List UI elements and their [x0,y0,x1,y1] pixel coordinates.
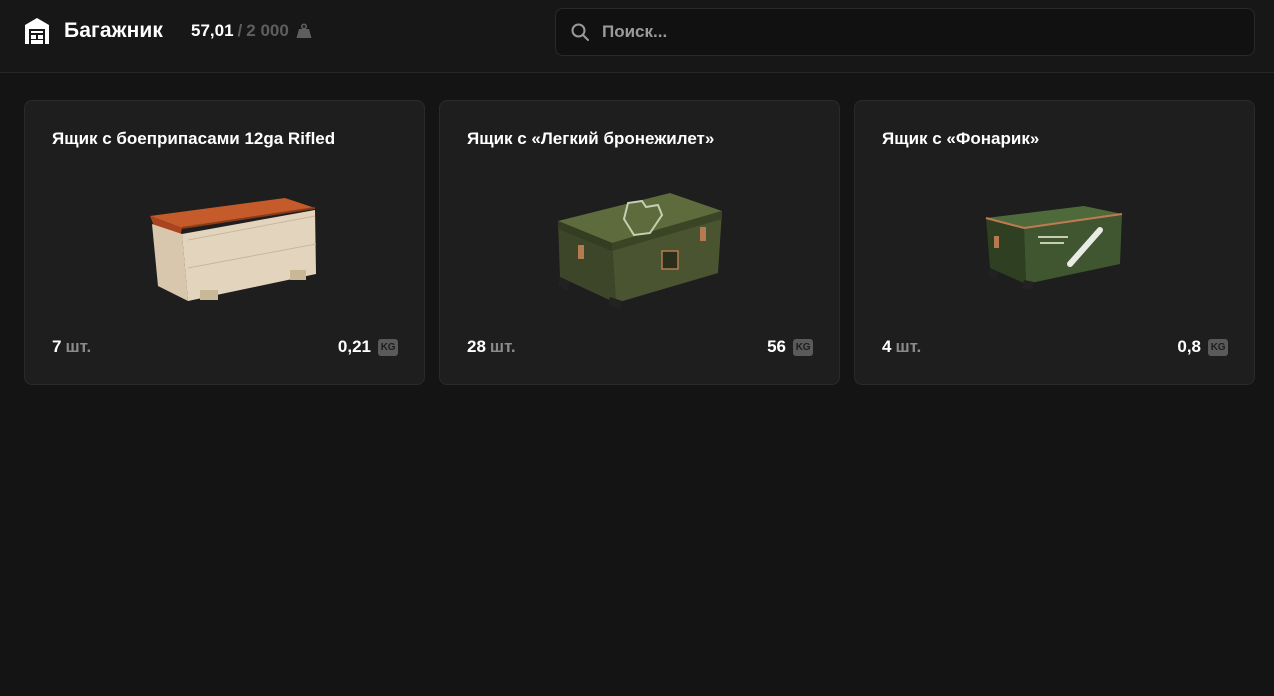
item-weight: 0,8 KG [1177,337,1228,357]
item-image [440,171,839,321]
item-title: Ящик с «Фонарик» [882,129,1040,148]
search-box[interactable] [555,8,1255,56]
item-title: Ящик с «Легкий бронежилет» [467,129,715,148]
wooden-ammo-crate-image [149,198,316,301]
warehouse-icon [25,18,49,44]
weight-separator: / [237,21,243,40]
item-card[interactable]: Ящик с боеприпасами 12ga Rifled 7 шт. 0,2… [24,100,425,385]
item-image [855,171,1254,321]
brand: Багажник 57,01 / 2 000 [24,17,312,45]
items-grid: Ящик с боеприпасами 12ga Rifled 7 шт. 0,2… [24,100,1255,385]
kg-badge: KG [793,338,813,356]
trunk-weight: 57,01 / 2 000 [191,21,312,41]
search-input[interactable] [602,9,1254,55]
search-icon [571,23,589,41]
item-image [25,171,424,321]
item-weight: 56 KG [767,337,813,357]
item-quantity: 7 шт. [52,337,92,356]
item-card[interactable]: Ящик с «Фонарик» 4 шт. 0,8 KG [854,100,1255,385]
kg-badge: KG [1208,338,1228,356]
item-title: Ящик с боеприпасами 12ga Rifled [52,129,336,148]
weight-icon [296,23,312,38]
military-armor-crate-image [557,193,722,309]
weight-max: 2 000 [246,21,289,40]
kg-badge: KG [378,338,398,356]
item-card[interactable]: Ящик с «Легкий бронежилет» 28 шт. 56 KG [439,100,840,385]
weight-current: 57,01 [191,21,234,40]
item-weight: 0,21 KG [338,337,398,357]
item-quantity: 28 шт. [467,337,516,356]
page-title: Багажник [64,19,163,42]
item-quantity: 4 шт. [882,337,922,356]
military-flashlight-crate-image [985,206,1122,290]
header: Багажник 57,01 / 2 000 [0,0,1274,73]
